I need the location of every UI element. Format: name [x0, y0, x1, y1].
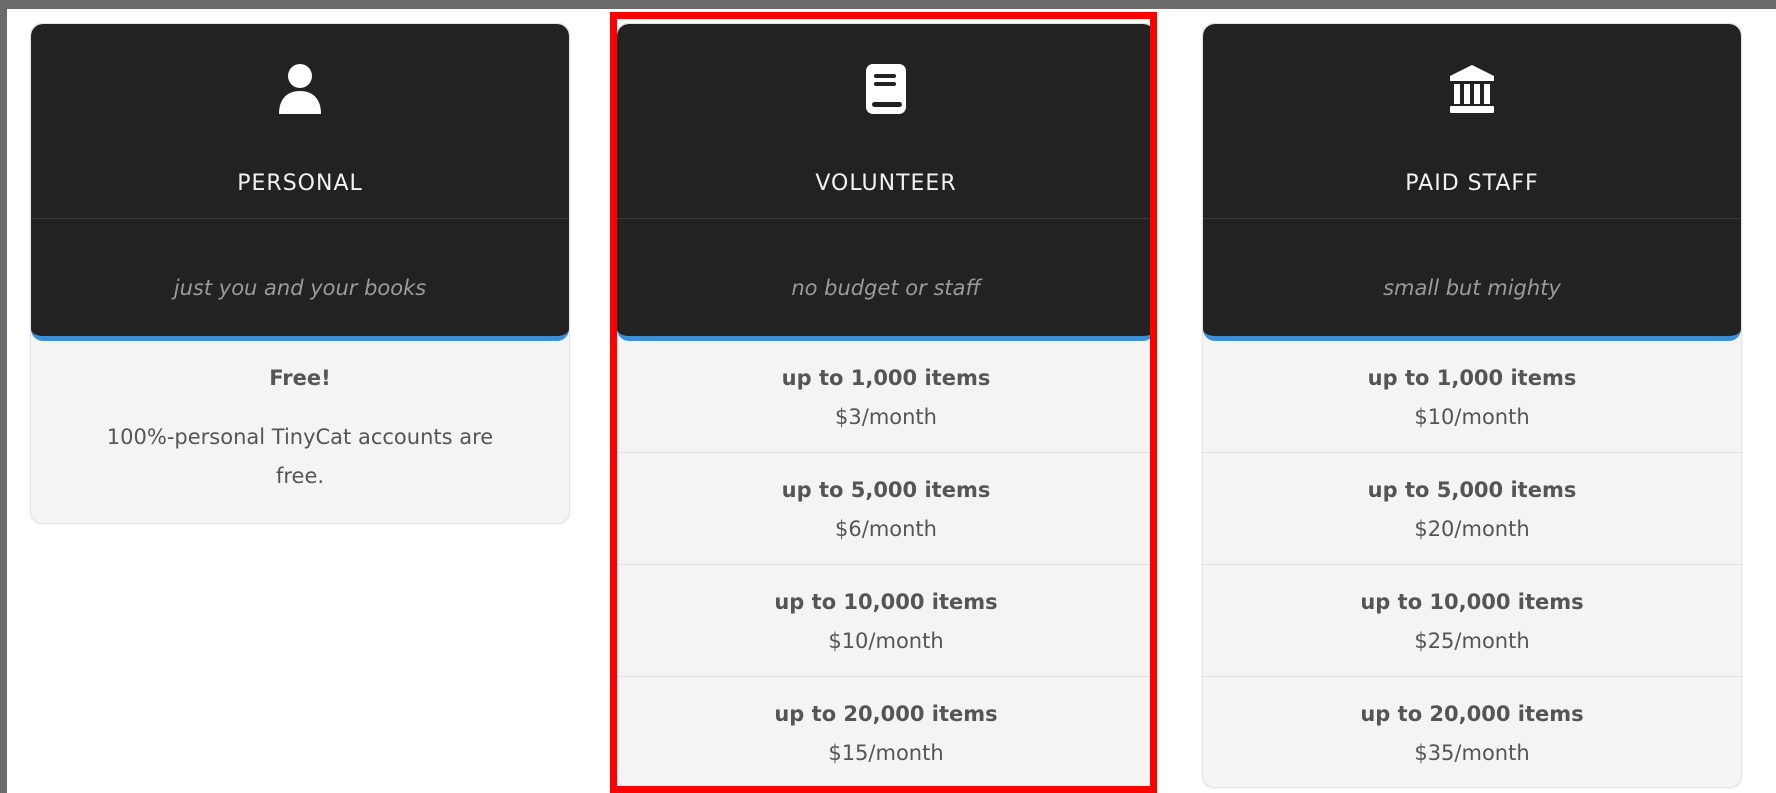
pricing-tier: up to 5,000 items $20/month: [1203, 453, 1741, 565]
tier-items: up to 5,000 items: [1367, 478, 1577, 502]
highlight-box: [610, 12, 1157, 793]
tier-price: $25/month: [1414, 629, 1530, 653]
tier-items: up to 10,000 items: [1360, 590, 1584, 614]
tier-price: $35/month: [1414, 741, 1530, 765]
plan-card-paid-staff[interactable]: PAID STAFF small but mighty up to 1,000 …: [1202, 23, 1742, 788]
pricing-tier: up to 10,000 items $25/month: [1203, 565, 1741, 677]
plan-description: 100%-personal TinyCat accounts are free.: [106, 425, 494, 488]
plan-name: PAID STAFF: [1405, 171, 1539, 196]
header-divider: [31, 218, 569, 219]
tier-price: $20/month: [1414, 517, 1530, 541]
pricing-tier: up to 1,000 items $10/month: [1203, 341, 1741, 453]
plan-card-personal[interactable]: PERSONAL just you and your books Free! 1…: [30, 23, 570, 524]
tier-items: up to 20,000 items: [1360, 702, 1584, 726]
institution-icon: [1450, 65, 1494, 113]
user-icon: [279, 64, 321, 114]
plan-tagline: just you and your books: [173, 276, 427, 300]
plan-header: PAID STAFF small but mighty: [1203, 24, 1741, 341]
page-viewport: PERSONAL just you and your books Free! 1…: [7, 9, 1776, 793]
plan-name: PERSONAL: [237, 171, 363, 196]
pricing-tier: up to 20,000 items $35/month: [1203, 677, 1741, 787]
header-divider: [1203, 218, 1741, 219]
plan-header: PERSONAL just you and your books: [31, 24, 569, 341]
tier-items: up to 1,000 items: [1367, 366, 1577, 390]
plan-tagline: small but mighty: [1383, 276, 1561, 300]
tier-price: $10/month: [1414, 405, 1530, 429]
price-title: Free!: [269, 366, 331, 390]
